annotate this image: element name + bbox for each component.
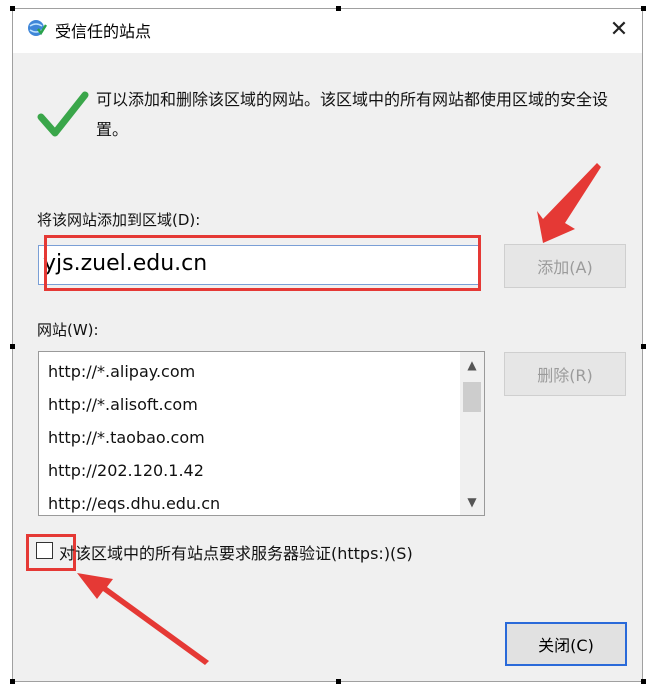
add-site-label: 将该网站添加到区域(D): (37, 211, 201, 229)
list-item[interactable]: http://202.120.1.42 (48, 461, 204, 480)
resize-handle (10, 6, 15, 11)
resize-handle (641, 6, 646, 11)
close-icon: ✕ (609, 16, 629, 42)
resize-handle (10, 344, 15, 349)
https-required-checkbox[interactable] (36, 542, 53, 559)
list-scrollbar[interactable]: ▲ ▼ (460, 352, 484, 515)
green-check-icon (37, 91, 89, 137)
close-button[interactable]: 关闭(C) (505, 622, 627, 666)
arrow-to-checkbox-icon (77, 573, 209, 665)
arrow-to-add-button-icon (537, 163, 601, 243)
list-item[interactable]: http://eqs.dhu.edu.cn (48, 494, 220, 513)
resize-handle (641, 344, 646, 349)
scroll-down-icon[interactable]: ▼ (460, 491, 484, 513)
https-required-label: 对该区域中的所有站点要求服务器验证(https:)(S) (59, 544, 413, 563)
scroll-up-icon[interactable]: ▲ (460, 354, 484, 376)
scroll-thumb[interactable] (463, 382, 481, 412)
sites-label: 网站(W): (37, 321, 99, 339)
close-window-button[interactable]: ✕ (596, 9, 642, 49)
title-bar: 受信任的站点 ✕ (13, 9, 642, 53)
resize-handle (336, 679, 341, 684)
zone-description: 可以添加和删除该区域的网站。该区域中的所有网站都使用区域的安全设置。 (96, 90, 609, 139)
sites-list[interactable]: http://*.alipay.com http://*.alisoft.com… (38, 351, 485, 516)
list-item[interactable]: http://*.taobao.com (48, 428, 205, 447)
resize-handle (336, 6, 341, 11)
window-title: 受信任的站点 (55, 22, 152, 41)
site-url-input[interactable]: yjs.zuel.edu.cn (38, 245, 481, 285)
remove-button[interactable]: 删除(R) (504, 352, 626, 396)
dialog-window: 受信任的站点 ✕ 可以添加和删除该区域的网站。该区域中的所有网站都使用区域的安全… (12, 8, 643, 682)
resize-handle (10, 679, 15, 684)
list-item[interactable]: http://*.alisoft.com (48, 395, 198, 414)
list-item[interactable]: http://*.alipay.com (48, 362, 195, 381)
resize-handle (641, 679, 646, 684)
add-button[interactable]: 添加(A) (504, 244, 626, 288)
trusted-sites-icon (28, 20, 47, 36)
